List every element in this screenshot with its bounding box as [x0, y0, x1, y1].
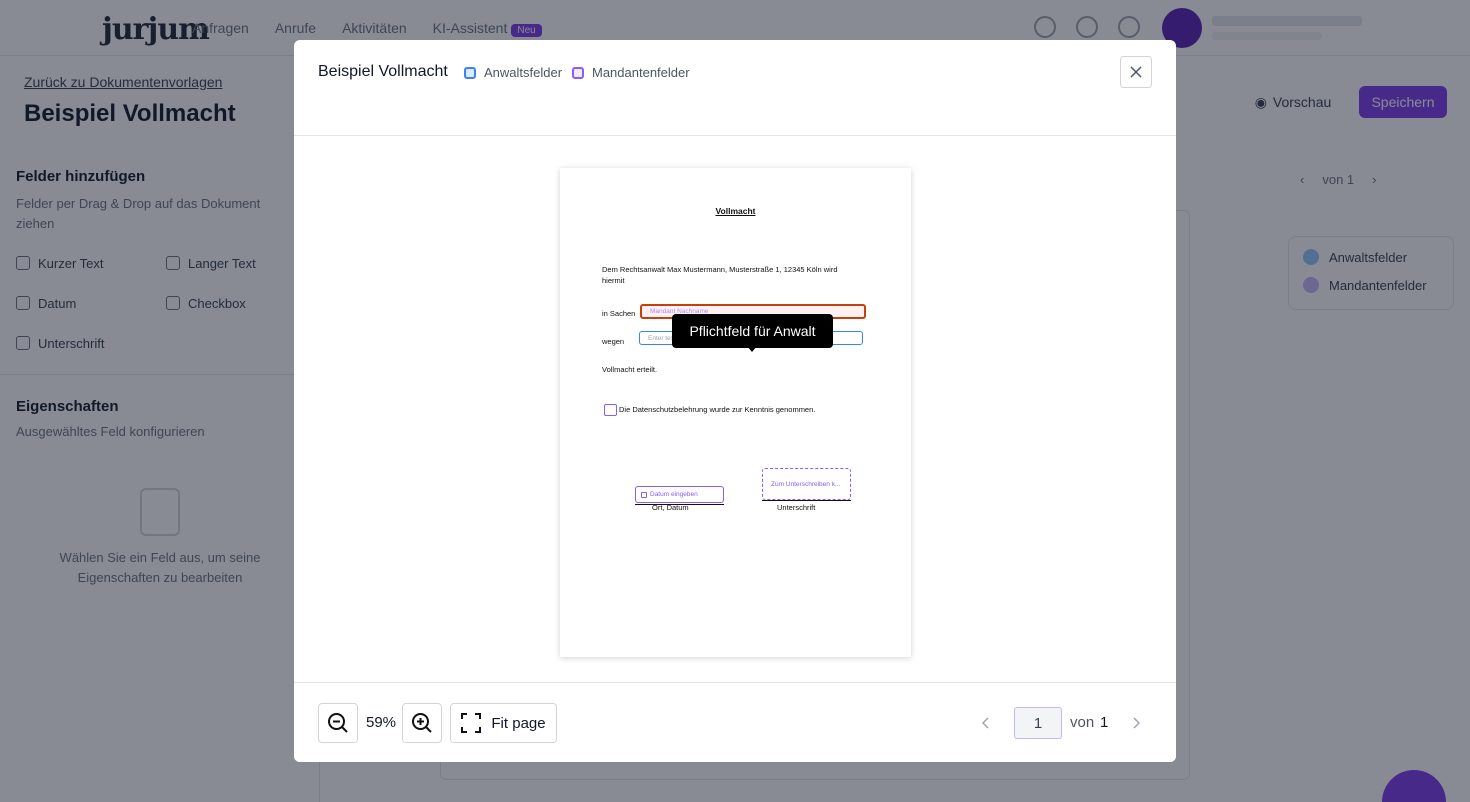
zoom-out-icon: [328, 713, 348, 733]
close-icon: [1130, 66, 1142, 78]
legend-lawyer-fields: Anwaltsfelder: [464, 65, 562, 80]
modal-footer: 59% Fit page von 1: [294, 682, 1176, 762]
wegen-label: wegen: [602, 337, 625, 346]
document-page: Vollmacht Dem Rechtsanwalt Max Musterman…: [560, 168, 911, 657]
preview-modal: Beispiel Vollmacht Anwaltsfelder Mandant…: [294, 40, 1176, 762]
calendar-icon: [641, 491, 647, 498]
zoom-level: 59%: [366, 714, 397, 731]
tooltip-arrow: [747, 346, 757, 352]
fit-page-button[interactable]: Fit page: [450, 703, 557, 743]
required-field-tooltip: Pflichtfeld für Anwalt: [672, 314, 833, 348]
modal-title: Beispiel Vollmacht: [318, 63, 448, 80]
zoom-in-button[interactable]: [402, 703, 442, 743]
date-field[interactable]: Datum eingeben: [635, 486, 724, 503]
fullscreen-icon: [461, 713, 482, 733]
modal-header: Beispiel Vollmacht Anwaltsfelder Mandant…: [294, 40, 1176, 136]
signature-field[interactable]: Zum Unterschreiben k...: [762, 468, 851, 500]
prev-page-button[interactable]: [976, 713, 996, 733]
page-of-label: von: [1070, 714, 1095, 731]
closing-line: Vollmacht erteilt.: [602, 365, 658, 374]
zoom-out-button[interactable]: [318, 703, 358, 743]
page-number-input[interactable]: [1014, 707, 1062, 739]
document-line-1: Dem Rechtsanwalt Max Mustermann, Musters…: [602, 265, 838, 274]
privacy-text: Die Datenschutzbelehrung wurde zur Kennt…: [619, 405, 816, 414]
modal-body: Vollmacht Dem Rechtsanwalt Max Musterman…: [294, 136, 1176, 682]
page-total: 1: [1100, 714, 1109, 731]
document-heading: Vollmacht: [715, 206, 756, 216]
document-line-2: hiermit: [602, 276, 625, 285]
zoom-in-icon: [412, 713, 432, 733]
chevron-left-icon: [982, 717, 989, 729]
signature-caption: Unterschrift: [777, 503, 816, 512]
blue-square-icon: [464, 66, 476, 79]
next-page-button[interactable]: [1126, 713, 1146, 733]
purple-square-icon: [572, 66, 584, 79]
chevron-right-icon: [1133, 717, 1140, 729]
legend-client-fields: Mandantenfelder: [572, 65, 690, 80]
date-caption: Ort, Datum: [652, 503, 689, 512]
privacy-checkbox[interactable]: [604, 404, 617, 416]
close-button[interactable]: [1120, 56, 1152, 88]
signature-line: [762, 500, 851, 501]
in-sachen-label: in Sachen: [602, 309, 636, 318]
